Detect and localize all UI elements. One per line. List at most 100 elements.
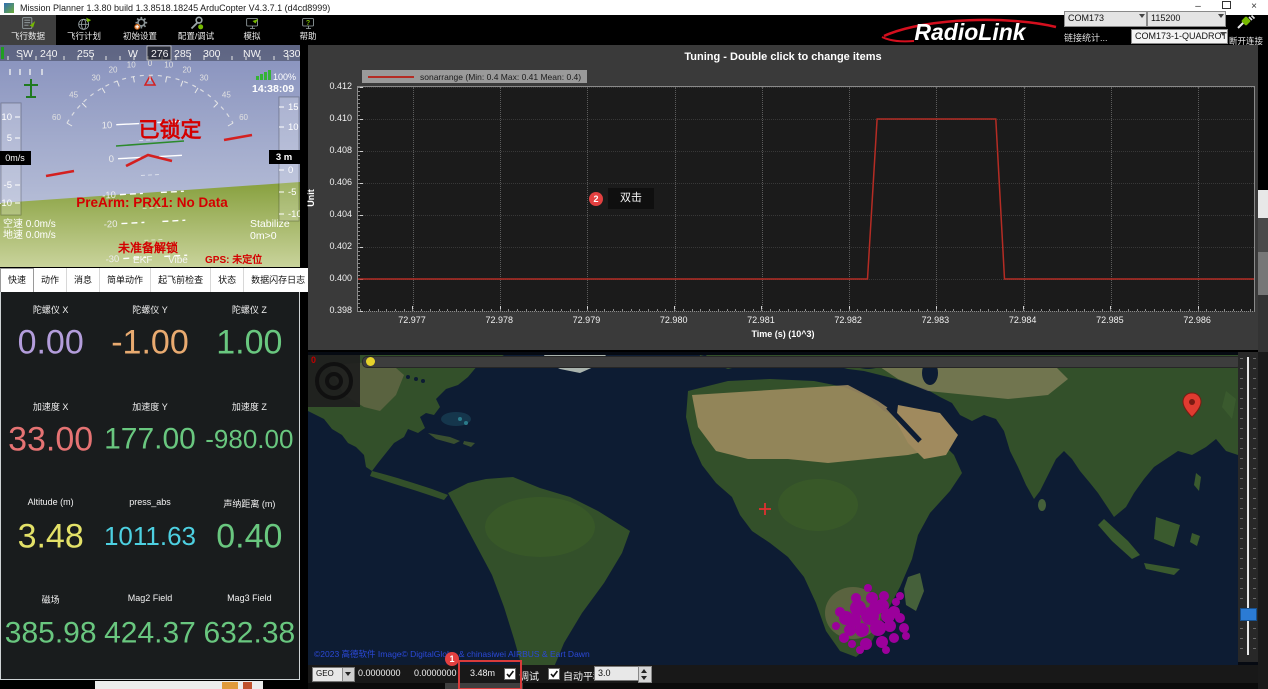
quick-cell-value: 1011.63 xyxy=(100,521,199,552)
quick-cell[interactable]: Altitude (m)3.48 xyxy=(1,486,100,583)
hud-wp-info: 0m>0 xyxy=(250,230,277,242)
hud-alt-badge: 3 m xyxy=(276,152,292,163)
hud-flight-mode: Stabilize xyxy=(250,218,290,230)
y-axis-tick-label: 0.412 xyxy=(310,81,352,91)
quick-cell-value: 632.38 xyxy=(200,616,299,650)
zoom-spinner[interactable] xyxy=(638,666,652,683)
menu-item-simulation[interactable]: 模拟 xyxy=(224,15,280,45)
compass-mark: NW xyxy=(243,48,261,60)
quick-cell-label: 加速度 Y xyxy=(100,400,199,413)
hud-groundspeed: 地速 0.0m/s xyxy=(3,228,56,241)
gimbal-joystick-control[interactable]: 0 xyxy=(308,355,360,407)
alt-scale-label: -5 xyxy=(288,187,296,198)
gridline xyxy=(358,311,1254,312)
roll-angle-label: 60 xyxy=(52,113,61,122)
quick-cell-label: 磁场 xyxy=(1,593,100,606)
quick-cell[interactable]: 加速度 Z-980.00 xyxy=(200,389,299,486)
hud-notready-status: 未准备解锁 xyxy=(117,240,178,255)
autopan-checkbox[interactable] xyxy=(548,668,560,680)
flight-data-icon xyxy=(21,16,36,31)
quick-cell[interactable]: 加速度 Y 177.00 xyxy=(100,389,199,486)
menu-item-initial-setup[interactable]: 初始设置 xyxy=(112,15,168,45)
slider-thumb[interactable] xyxy=(1240,608,1257,621)
tab-6[interactable]: 数据闪存日志 xyxy=(244,268,313,292)
menu-item-flight-data[interactable]: 飞行数据 xyxy=(0,15,56,45)
quick-cell[interactable]: 陀螺仪 X 0.00 xyxy=(1,292,100,389)
telemetry-point-marker xyxy=(895,613,905,623)
right-edge-strip xyxy=(1258,252,1268,295)
tuning-chart-panel[interactable]: Tuning - Double click to change items so… xyxy=(308,45,1258,350)
data-tabs: 快速动作消息简单动作起飞前检查状态数据闪存日志 xyxy=(0,268,300,292)
quick-cell[interactable]: press_abs1011.63 xyxy=(100,486,199,583)
quick-cell-label: Mag2 Field xyxy=(100,593,199,603)
device-select[interactable]: COM173-1-QUADROTC xyxy=(1131,29,1228,44)
chevron-down-icon[interactable] xyxy=(342,668,354,681)
map-lng: 0.0000000 xyxy=(414,668,457,678)
quick-cell-value: 1.00 xyxy=(200,324,299,363)
link-stats-link[interactable]: 链接统计... xyxy=(1064,31,1108,44)
hud-artificial-horizon: 604530201001020304560 100-10-20-30 1050-… xyxy=(0,45,300,267)
disconnect-button[interactable]: 断开连接 xyxy=(1224,15,1268,45)
quick-cell[interactable]: Mag2 Field424.37 xyxy=(100,582,199,679)
trackbar-thumb[interactable] xyxy=(366,357,375,366)
quick-cell[interactable]: Mag3 Field632.38 xyxy=(200,582,299,679)
com-port-select[interactable]: COM173 xyxy=(1064,11,1147,27)
quick-data-panel: 陀螺仪 X0.00陀螺仪 Y-1.00陀螺仪 Z1.00加速度 X33.00加速… xyxy=(0,292,300,680)
telemetry-point-marker xyxy=(881,609,895,623)
quick-cell[interactable]: 磁场385.98 xyxy=(1,582,100,679)
debug-label: 调试 xyxy=(519,668,539,683)
compass-mark: 240 xyxy=(40,48,58,60)
legend-label: sonarrange (Min: 0.4 Max: 0.41 Mean: 0.4… xyxy=(420,72,581,82)
help-icon: ? xyxy=(301,16,316,31)
right-edge-strip xyxy=(1258,295,1268,352)
chart-legend: sonarrange (Min: 0.4 Max: 0.41 Mean: 0.4… xyxy=(362,70,587,83)
tab-quick[interactable]: 快速 xyxy=(0,268,34,292)
compass-mark: W xyxy=(128,48,138,60)
map-panel[interactable]: ©2023 高德软件 Image© DigitalGlobe & chinasi… xyxy=(308,352,1258,689)
map-zoom-slider[interactable] xyxy=(1238,352,1258,662)
quick-cell-label: 加速度 Z xyxy=(200,400,299,413)
projection-select[interactable]: GEO xyxy=(312,667,355,682)
menu-item-help[interactable]: ?帮助 xyxy=(280,15,336,45)
quick-cell-value: 0.00 xyxy=(1,324,100,363)
quick-cell[interactable]: 声纳距离 (m)0.40 xyxy=(200,486,299,583)
tab-3[interactable]: 简单动作 xyxy=(100,268,151,292)
quick-cell[interactable]: 陀螺仪 Z1.00 xyxy=(200,292,299,389)
compass-mark: 300 xyxy=(203,48,221,60)
baud-select[interactable]: 115200 xyxy=(1147,11,1226,27)
right-scrollbar-thumb[interactable] xyxy=(1258,190,1268,218)
close-button[interactable]: × xyxy=(1240,0,1268,15)
menu-item-flight-plan[interactable]: 飞行计划 xyxy=(56,15,112,45)
quick-cell-value: 177.00 xyxy=(100,423,199,457)
hud-panel[interactable]: 604530201001020304560 100-10-20-30 1050-… xyxy=(0,45,300,267)
x-axis-tick-label: 72.983 xyxy=(913,315,957,325)
horizontal-trackbar[interactable] xyxy=(362,356,1242,368)
y-axis-tick-label: 0.400 xyxy=(310,273,352,283)
y-axis-tick-label: 0.410 xyxy=(310,113,352,123)
x-axis-tick-label: 72.978 xyxy=(477,315,521,325)
roll-angle-label: 10 xyxy=(164,61,173,70)
telemetry-point-marker xyxy=(882,646,890,654)
right-edge-strip xyxy=(1258,45,1268,190)
tab-1[interactable]: 动作 xyxy=(34,268,67,292)
quick-cell[interactable]: 陀螺仪 Y-1.00 xyxy=(100,292,199,389)
zoom-input[interactable]: 3.0 xyxy=(594,666,639,681)
chart-plot-area[interactable] xyxy=(357,86,1255,312)
hud-battery-text: 100% xyxy=(273,72,296,82)
world-map[interactable]: ©2023 高德软件 Image© DigitalGlobe & chinasi… xyxy=(308,355,1238,667)
quick-cell[interactable]: 加速度 X33.00 xyxy=(1,389,100,486)
annotation-rect-1 xyxy=(458,660,522,689)
hud-armed-status: 已锁定 xyxy=(139,118,202,142)
tab-2[interactable]: 消息 xyxy=(67,268,100,292)
quick-cell-label: 陀螺仪 X xyxy=(1,303,100,316)
quick-cell-value: -1.00 xyxy=(100,324,199,363)
telemetry-point-marker xyxy=(899,623,909,633)
compass-mark: 330 xyxy=(283,48,300,60)
roll-angle-label: 30 xyxy=(92,73,101,82)
tab-4[interactable]: 起飞前检查 xyxy=(151,268,211,292)
speed-scale-label: 5 xyxy=(7,133,12,144)
background-app-icon xyxy=(222,682,238,689)
menu-item-config-tuning[interactable]: 配置/调试 xyxy=(168,15,224,45)
right-edge-strip xyxy=(1258,218,1268,252)
tab-5[interactable]: 状态 xyxy=(211,268,244,292)
